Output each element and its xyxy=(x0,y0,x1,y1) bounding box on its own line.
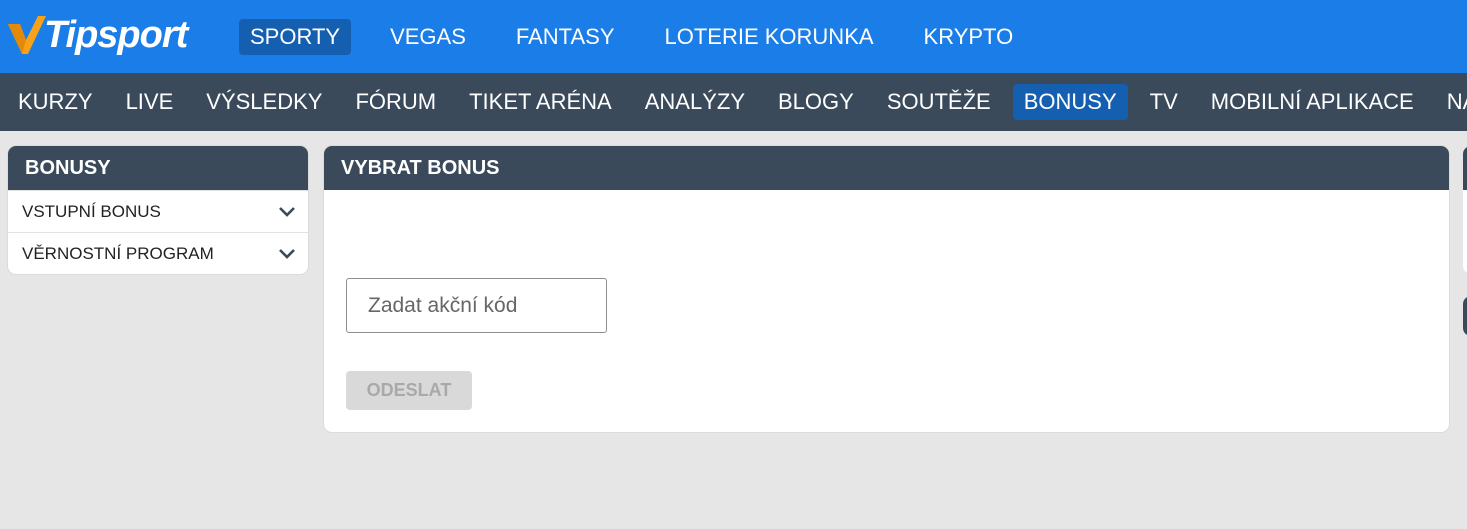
top-nav: SPORTY VEGAS FANTASY LOTERIE KORUNKA KRY… xyxy=(239,19,1052,55)
logo-mark-icon xyxy=(8,16,46,54)
sub-nav-kurzy[interactable]: KURZY xyxy=(7,84,104,120)
sub-nav: KURZY LIVE VÝSLEDKY FÓRUM TIKET ARÉNA AN… xyxy=(7,84,1467,120)
top-bar: Tipsport SPORTY VEGAS FANTASY LOTERIE KO… xyxy=(0,0,1467,73)
sub-nav-blogy[interactable]: BLOGY xyxy=(767,84,865,120)
sub-nav-souteze[interactable]: SOUTĚŽE xyxy=(876,84,1002,120)
submit-button[interactable]: ODESLAT xyxy=(346,371,472,410)
bonus-sidebar: BONUSY VSTUPNÍ BONUS VĚRNOSTNÍ PROGRAM xyxy=(8,146,308,274)
sub-nav-live[interactable]: LIVE xyxy=(115,84,185,120)
sub-nav-mobilni-aplikace[interactable]: MOBILNÍ APLIKACE xyxy=(1200,84,1425,120)
brand-name: Tipsport xyxy=(44,13,188,56)
top-nav-loterie-korunka[interactable]: LOTERIE KORUNKA xyxy=(654,19,885,55)
sub-nav-bonusy[interactable]: BONUSY xyxy=(1012,84,1128,120)
sidebar-item-vstupni-bonus[interactable]: VSTUPNÍ BONUS xyxy=(8,190,308,232)
sidebar-item-label: VSTUPNÍ BONUS xyxy=(22,201,161,221)
sub-nav-forum[interactable]: FÓRUM xyxy=(344,84,447,120)
top-nav-fantasy[interactable]: FANTASY xyxy=(505,19,626,55)
select-bonus-panel: VYBRAT BONUS ODESLAT xyxy=(324,146,1449,432)
tipsport-logo[interactable]: Tipsport xyxy=(6,14,206,60)
sub-nav-tv[interactable]: TV xyxy=(1139,84,1189,120)
right-edge-panel xyxy=(1463,146,1467,274)
sub-nav-bar: KURZY LIVE VÝSLEDKY FÓRUM TIKET ARÉNA AN… xyxy=(0,73,1467,131)
sidebar-item-vernostni-program[interactable]: VĚRNOSTNÍ PROGRAM xyxy=(8,232,308,274)
top-nav-krypto[interactable]: KRYPTO xyxy=(913,19,1025,55)
panel-title: VYBRAT BONUS xyxy=(324,146,1449,190)
top-nav-vegas[interactable]: VEGAS xyxy=(379,19,477,55)
promo-code-input[interactable] xyxy=(346,278,607,333)
right-edge-panel-2 xyxy=(1463,296,1467,336)
sub-nav-napady[interactable]: NÁPADY xyxy=(1436,84,1467,120)
sidebar-item-label: VĚRNOSTNÍ PROGRAM xyxy=(22,243,214,263)
sub-nav-analyzy[interactable]: ANALÝZY xyxy=(634,84,756,120)
top-nav-sporty[interactable]: SPORTY xyxy=(239,19,352,55)
sub-nav-vysledky[interactable]: VÝSLEDKY xyxy=(195,84,333,120)
sidebar-title: BONUSY xyxy=(8,146,308,190)
sub-nav-tiket-arena[interactable]: TIKET ARÉNA xyxy=(458,84,623,120)
chevron-down-icon xyxy=(279,206,295,217)
chevron-down-icon xyxy=(279,248,295,259)
